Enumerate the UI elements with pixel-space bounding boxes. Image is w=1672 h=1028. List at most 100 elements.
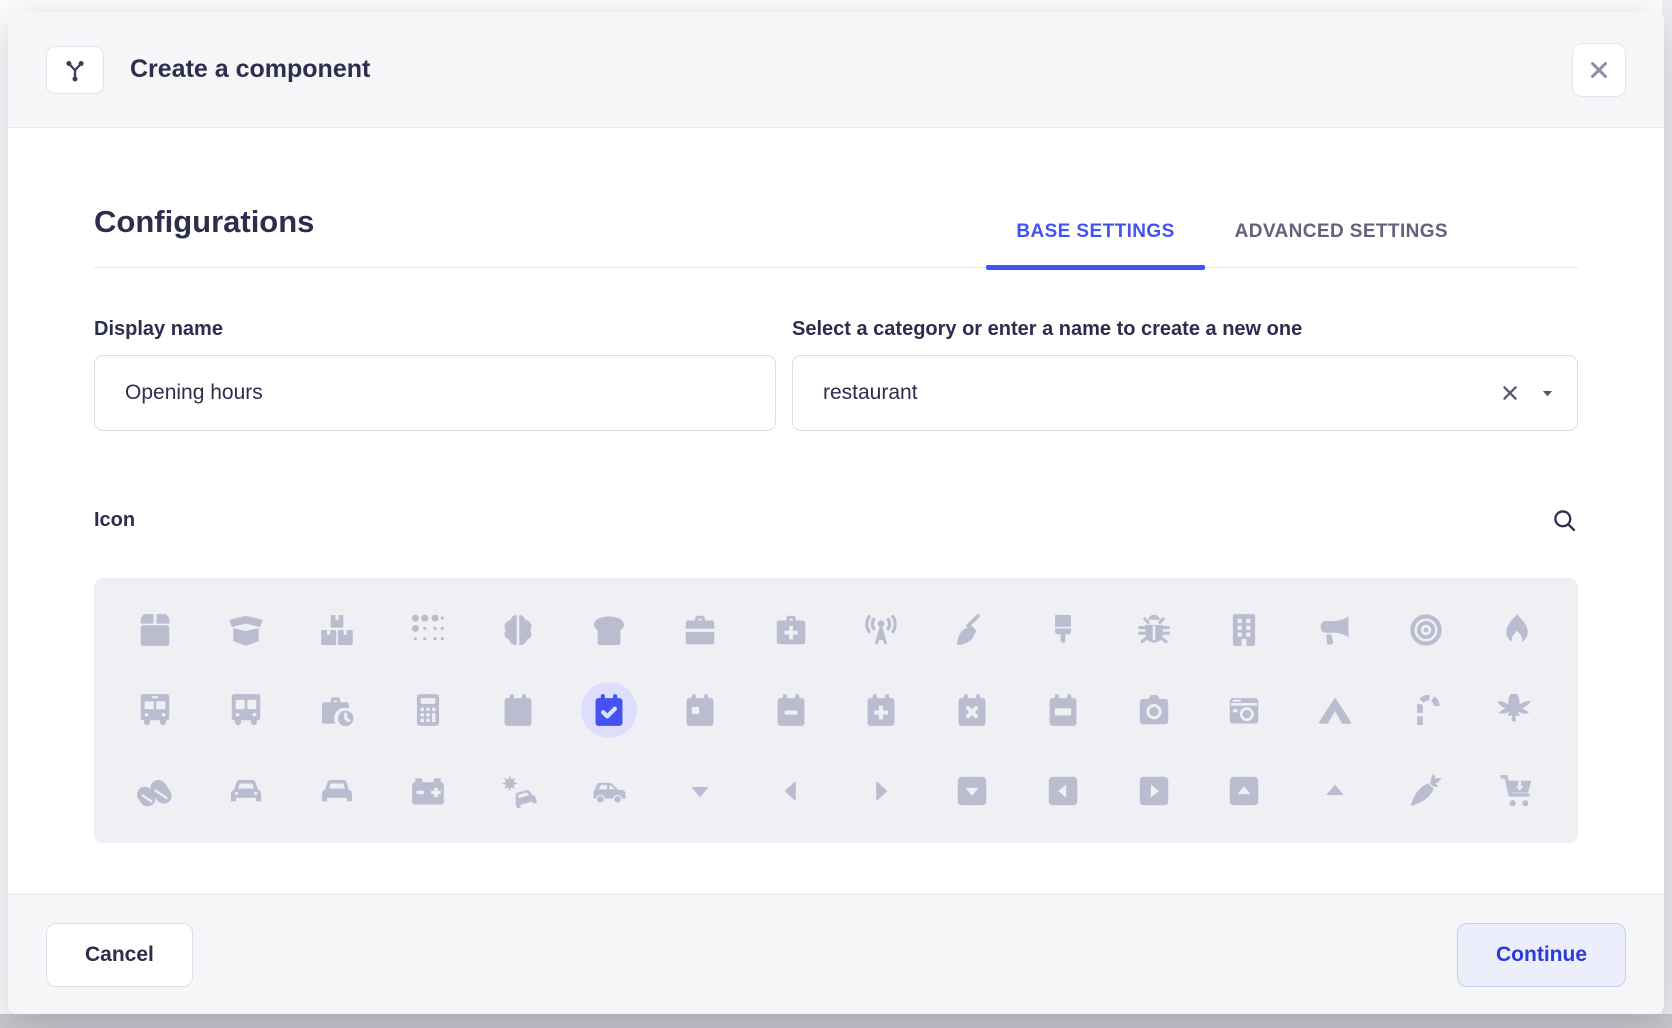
icon-carrot[interactable] bbox=[1398, 763, 1454, 819]
icon-bus-alt[interactable] bbox=[218, 682, 274, 738]
icon-briefcase[interactable] bbox=[672, 602, 728, 658]
caret-square-left-icon bbox=[1044, 772, 1082, 810]
form-row: Display name Select a category or enter … bbox=[94, 318, 1578, 431]
icon-broom[interactable] bbox=[944, 602, 1000, 658]
camera-retro-icon bbox=[1225, 691, 1263, 729]
camera-icon bbox=[1135, 691, 1173, 729]
bug-icon bbox=[1135, 611, 1173, 649]
icon-caret-right[interactable] bbox=[853, 763, 909, 819]
bullseye-icon bbox=[1407, 611, 1445, 649]
cancel-button[interactable]: Cancel bbox=[46, 923, 193, 987]
calendar-plus-icon bbox=[862, 691, 900, 729]
icon-boxes[interactable] bbox=[309, 602, 365, 658]
category-label: Select a category or enter a name to cre… bbox=[792, 318, 1578, 341]
icon-calendar-check[interactable] bbox=[581, 682, 637, 738]
icon-car-alt[interactable] bbox=[309, 763, 365, 819]
icon-campground[interactable] bbox=[1307, 682, 1363, 738]
boxes-icon bbox=[318, 611, 356, 649]
icon-calendar-plus[interactable] bbox=[853, 682, 909, 738]
close-icon bbox=[1585, 56, 1613, 84]
icon-cannabis[interactable] bbox=[1489, 682, 1545, 738]
icon-caret-left[interactable] bbox=[763, 763, 819, 819]
car-alt-icon bbox=[318, 772, 356, 810]
clear-x-icon[interactable] bbox=[1497, 380, 1523, 406]
calculator-icon bbox=[409, 691, 447, 729]
box-icon bbox=[136, 611, 174, 649]
icon-bus[interactable] bbox=[127, 682, 183, 738]
carrot-icon bbox=[1407, 772, 1445, 810]
modal-title: Create a component bbox=[130, 55, 370, 84]
calendar-icon bbox=[499, 691, 537, 729]
icon-calendar-times[interactable] bbox=[944, 682, 1000, 738]
icon-candy-cane[interactable] bbox=[1398, 682, 1454, 738]
icon-cart-arrow-down[interactable] bbox=[1489, 763, 1545, 819]
category-combobox-input[interactable] bbox=[792, 355, 1578, 431]
building-icon bbox=[1225, 611, 1263, 649]
icon-box-open[interactable] bbox=[218, 602, 274, 658]
tab-advanced-settings[interactable]: ADVANCED SETTINGS bbox=[1205, 221, 1478, 267]
icon-calendar-day[interactable] bbox=[672, 682, 728, 738]
component-share-icon bbox=[46, 46, 104, 94]
candy-cane-icon bbox=[1407, 691, 1445, 729]
icon-caret-up[interactable] bbox=[1307, 763, 1363, 819]
icon-bullhorn[interactable] bbox=[1307, 602, 1363, 658]
icon-calculator[interactable] bbox=[400, 682, 456, 738]
caret-up-icon bbox=[1316, 772, 1354, 810]
icon-calendar[interactable] bbox=[490, 682, 546, 738]
category-combo-controls bbox=[1497, 355, 1556, 431]
tab-base-settings[interactable]: BASE SETTINGS bbox=[986, 221, 1204, 267]
car-icon bbox=[227, 772, 265, 810]
icon-caret-square-right[interactable] bbox=[1126, 763, 1182, 819]
brain-icon bbox=[499, 611, 537, 649]
configurations-row: Configurations BASE SETTINGS ADVANCED SE… bbox=[94, 204, 1578, 268]
icon-braille[interactable] bbox=[400, 602, 456, 658]
category-field: Select a category or enter a name to cre… bbox=[792, 318, 1578, 431]
icon-caret-square-left[interactable] bbox=[1035, 763, 1091, 819]
icon-camera-retro[interactable] bbox=[1216, 682, 1272, 738]
display-name-field: Display name bbox=[94, 318, 776, 431]
icon-bread-slice[interactable] bbox=[581, 602, 637, 658]
modal-header: Create a component bbox=[8, 12, 1664, 128]
caret-left-icon bbox=[772, 772, 810, 810]
icon-calendar-minus[interactable] bbox=[763, 682, 819, 738]
icon-burn[interactable] bbox=[1489, 602, 1545, 658]
caret-square-down-icon bbox=[953, 772, 991, 810]
search-icon[interactable] bbox=[1551, 507, 1578, 534]
broom-icon bbox=[953, 611, 991, 649]
burn-icon bbox=[1498, 611, 1536, 649]
icon-camera[interactable] bbox=[1126, 682, 1182, 738]
bullhorn-icon bbox=[1316, 611, 1354, 649]
bus-alt-icon bbox=[227, 691, 265, 729]
icon-calendar-week[interactable] bbox=[1035, 682, 1091, 738]
icon-business-time[interactable] bbox=[309, 682, 365, 738]
icon-broadcast-tower[interactable] bbox=[853, 602, 909, 658]
icon-caret-square-up[interactable] bbox=[1216, 763, 1272, 819]
icon-building[interactable] bbox=[1216, 602, 1272, 658]
icon-brush[interactable] bbox=[1035, 602, 1091, 658]
icon-car[interactable] bbox=[218, 763, 274, 819]
calendar-times-icon bbox=[953, 691, 991, 729]
icon-briefcase-medical[interactable] bbox=[763, 602, 819, 658]
icon-box[interactable] bbox=[127, 602, 183, 658]
icon-brain[interactable] bbox=[490, 602, 546, 658]
display-name-input[interactable] bbox=[94, 355, 776, 431]
icon-caret-square-down[interactable] bbox=[944, 763, 1000, 819]
caret-right-icon bbox=[862, 772, 900, 810]
icon-car-side[interactable] bbox=[581, 763, 637, 819]
calendar-minus-icon bbox=[772, 691, 810, 729]
icon-bullseye[interactable] bbox=[1398, 602, 1454, 658]
icon-bug[interactable] bbox=[1126, 602, 1182, 658]
close-button[interactable] bbox=[1572, 43, 1626, 97]
caret-down-icon bbox=[681, 772, 719, 810]
icon-car-battery[interactable] bbox=[400, 763, 456, 819]
calendar-week-icon bbox=[1044, 691, 1082, 729]
braille-icon bbox=[409, 611, 447, 649]
caret-down-icon[interactable] bbox=[1539, 385, 1556, 402]
icon-caret-down[interactable] bbox=[672, 763, 728, 819]
bus-icon bbox=[136, 691, 174, 729]
briefcase-icon bbox=[681, 611, 719, 649]
icon-capsules[interactable] bbox=[127, 763, 183, 819]
icon-car-crash[interactable] bbox=[490, 763, 546, 819]
continue-button[interactable]: Continue bbox=[1457, 923, 1626, 987]
display-name-label: Display name bbox=[94, 318, 776, 341]
